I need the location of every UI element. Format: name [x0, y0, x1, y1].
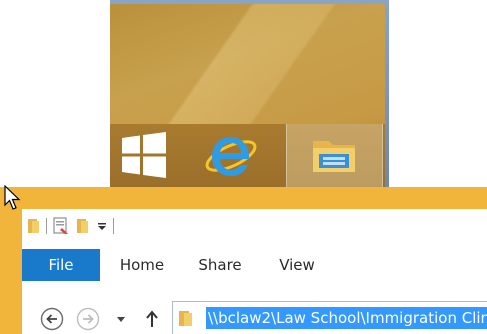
window-content: File Home Share View \\bclaw2\Law School… [22, 209, 487, 334]
navigation-bar: \\bclaw2\Law School\Immigration Clinic [22, 281, 487, 334]
up-arrow-icon[interactable] [144, 309, 160, 329]
forward-arrow-icon[interactable] [76, 307, 100, 331]
file-explorer-icon [313, 141, 355, 172]
internet-explorer-icon [205, 137, 257, 176]
recent-locations-icon[interactable] [114, 313, 128, 325]
taskbar [110, 124, 389, 187]
back-arrow-icon[interactable] [40, 307, 64, 331]
tab-share[interactable]: Share [192, 249, 248, 281]
quick-access-toolbar [22, 209, 487, 243]
start-button[interactable] [110, 124, 172, 187]
folder-icon [179, 311, 192, 326]
address-path[interactable]: \\bclaw2\Law School\Immigration Clinic [206, 307, 487, 329]
file-explorer-window: File Home Share View \\bclaw2\Law School… [0, 187, 487, 334]
desktop [110, 0, 389, 187]
windows-start-icon [122, 132, 166, 178]
tab-file[interactable]: File [22, 249, 100, 281]
screen: File Home Share View \\bclaw2\Law School… [0, 0, 487, 334]
file-explorer-button[interactable] [286, 124, 383, 187]
tab-home[interactable]: Home [114, 249, 170, 281]
qat-separator [113, 218, 114, 234]
qat-separator [46, 218, 47, 234]
tab-view[interactable]: View [272, 249, 322, 281]
address-bar[interactable]: \\bclaw2\Law School\Immigration Clinic [172, 301, 487, 334]
new-folder-icon[interactable] [75, 217, 91, 235]
internet-explorer-button[interactable] [200, 124, 262, 187]
properties-icon[interactable] [51, 216, 71, 236]
customize-dropdown-icon[interactable] [95, 219, 109, 233]
folder-icon [28, 219, 39, 233]
ribbon-tabs: File Home Share View [22, 249, 487, 282]
mouse-cursor-icon [4, 185, 21, 210]
